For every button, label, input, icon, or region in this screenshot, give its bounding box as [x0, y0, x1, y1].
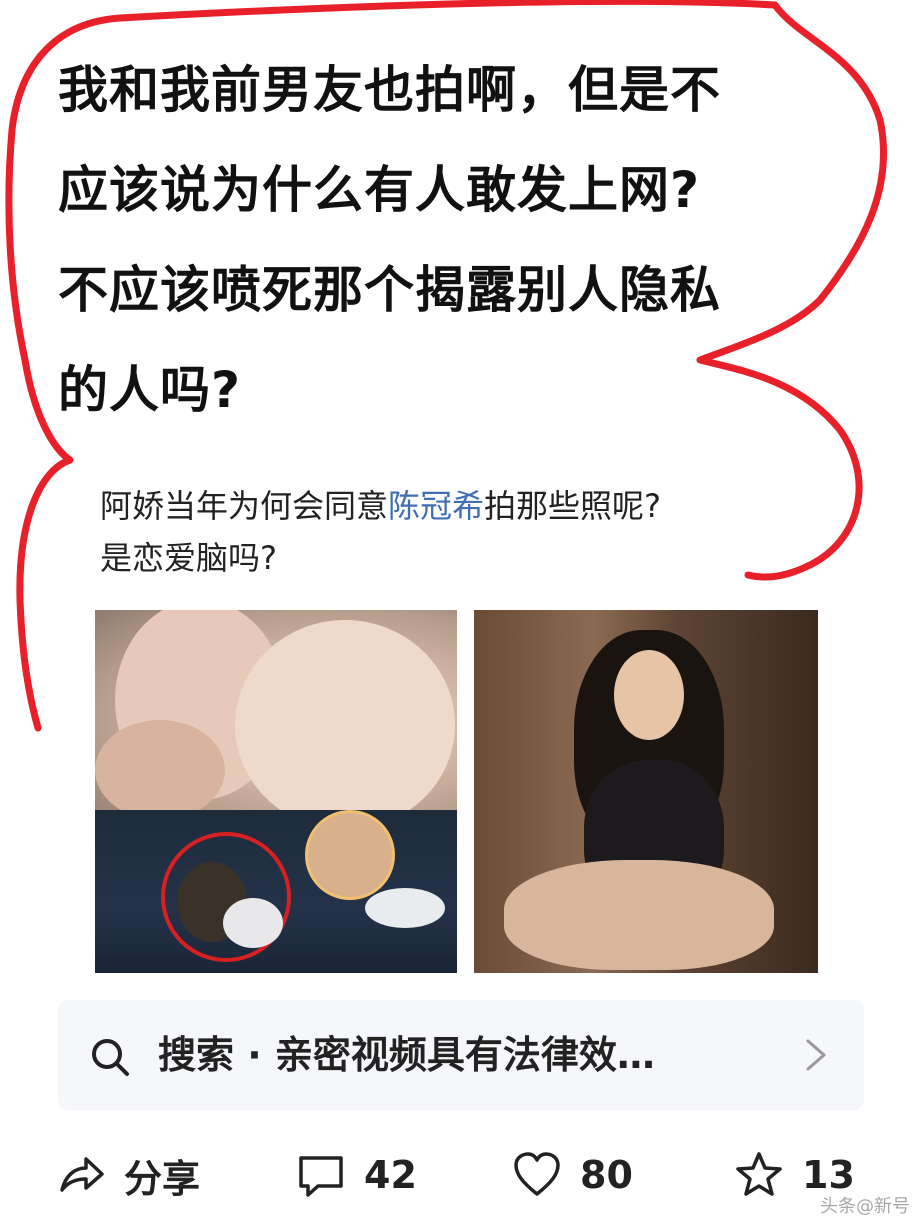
comment-count: 42 — [364, 1153, 417, 1197]
favorite-count: 13 — [802, 1153, 855, 1197]
photo-night-scene[interactable] — [95, 810, 457, 973]
person-link[interactable]: 陈冠希 — [388, 487, 484, 525]
question-text-before: 阿娇当年为何会同意 — [100, 487, 389, 525]
hand-shape — [95, 720, 225, 810]
comment-icon — [299, 1156, 343, 1197]
like-button[interactable]: 80 — [512, 1140, 633, 1210]
cap-shape — [365, 888, 445, 928]
question-line-1: 阿娇当年为何会同意陈冠希拍那些照呢? — [100, 480, 820, 532]
heart-icon — [514, 1152, 560, 1196]
question-line-2: 是恋爱脑吗? — [100, 539, 277, 577]
star-icon — [736, 1152, 782, 1196]
search-suggestion-bar[interactable]: 搜索 · 亲密视频具有法律效… — [58, 1000, 864, 1110]
woman-face — [614, 650, 684, 740]
search-suggestion-text: 搜索 · 亲密视频具有法律效… — [158, 1033, 655, 1077]
share-button[interactable]: 分享 — [56, 1140, 200, 1210]
watermark: 头条@新号 — [820, 1196, 910, 1217]
post-question: 阿娇当年为何会同意陈冠希拍那些照呢? 是恋爱脑吗? — [100, 480, 820, 584]
comment-line-3: 不应该喷死那个揭露别人隐私 — [58, 261, 721, 319]
question-text-after: 拍那些照呢? — [484, 487, 662, 525]
face-mask-shape — [223, 898, 283, 948]
photo-couple-closeup[interactable] — [95, 610, 457, 810]
comment-line-1: 我和我前男友也拍啊，但是不 — [58, 61, 721, 119]
inset-portrait-circle — [305, 810, 395, 900]
photo-woman-seated[interactable] — [474, 610, 818, 973]
face-shape-right — [235, 620, 455, 810]
comment-line-4: 的人吗? — [58, 361, 242, 419]
action-bar: 分享 42 80 13 — [0, 1140, 922, 1210]
legs-shape — [504, 860, 774, 970]
highlighted-comment: 我和我前男友也拍啊，但是不 应该说为什么有人敢发上网? 不应该喷死那个揭露别人隐… — [58, 40, 858, 440]
like-count: 80 — [580, 1153, 633, 1197]
search-icon — [92, 1039, 129, 1076]
chevron-right-icon — [806, 1039, 826, 1071]
share-label: 分享 — [124, 1156, 201, 1201]
comment-button[interactable]: 42 — [296, 1140, 417, 1210]
share-icon — [60, 1157, 104, 1192]
comment-line-2: 应该说为什么有人敢发上网? — [58, 161, 701, 219]
